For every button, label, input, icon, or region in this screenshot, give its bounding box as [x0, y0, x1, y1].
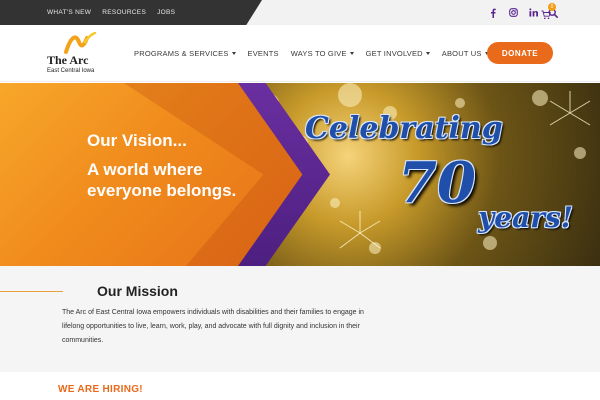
- nav-item-label: EVENTS: [247, 49, 279, 58]
- nav-item-about-us[interactable]: ABOUT US: [442, 49, 489, 58]
- caret-down-icon: [231, 52, 236, 55]
- cart-icon: [541, 10, 551, 20]
- nav-item-events[interactable]: EVENTS: [248, 49, 279, 58]
- main-nav: PROGRAMS & SERVICES EVENTS WAYS TO GIVE …: [134, 25, 489, 82]
- donate-button[interactable]: DONATE: [487, 42, 553, 64]
- nav-item-get-involved[interactable]: GET INVOLVED: [366, 49, 430, 58]
- mission-text: The Arc of East Central Iowa empowers in…: [62, 309, 364, 344]
- mission-title: Our Mission: [97, 283, 178, 299]
- vision-title: Our Vision...: [87, 131, 187, 150]
- logo-name: The Arc: [47, 53, 89, 67]
- years-text: years!: [478, 201, 574, 234]
- linkedin-icon[interactable]: [528, 8, 538, 18]
- jobs-link[interactable]: JOBS: [157, 9, 175, 16]
- mission-divider: [0, 291, 63, 292]
- vision-statement: A world where everyone belongs.: [87, 160, 237, 200]
- logo-subtitle: East Central Iowa: [47, 68, 95, 74]
- nav-item-label: WAYS TO GIVE: [290, 49, 347, 58]
- nav-item-label: PROGRAMS & SERVICES: [134, 49, 229, 58]
- anniversary-number: 70: [398, 150, 476, 216]
- resources-link[interactable]: RESOURCES: [102, 9, 146, 16]
- nav-item-ways-to-give[interactable]: WAYS TO GIVE: [291, 49, 354, 58]
- facebook-icon[interactable]: [488, 8, 498, 18]
- nav-item-label: GET INVOLVED: [365, 49, 423, 58]
- utility-bar: WHAT'S NEW RESOURCES JOBS 0: [0, 0, 600, 25]
- hero-banner: Our Vision... A world where everyone bel…: [0, 83, 600, 266]
- mission-section: Our Mission The Arc of East Central Iowa…: [0, 266, 600, 372]
- cart-count-badge: 0: [548, 3, 556, 11]
- utility-links: WHAT'S NEW RESOURCES JOBS: [47, 0, 175, 25]
- cart-button[interactable]: 0: [541, 3, 556, 20]
- nav-item-label: ABOUT US: [441, 49, 482, 58]
- whats-new-link[interactable]: WHAT'S NEW: [47, 9, 91, 16]
- caret-down-icon: [349, 52, 354, 55]
- hiring-title: WE ARE HIRING!: [58, 384, 143, 395]
- instagram-icon[interactable]: [508, 8, 518, 18]
- hiring-section: WE ARE HIRING!: [0, 372, 600, 400]
- nav-item-programs-services[interactable]: PROGRAMS & SERVICES: [134, 49, 236, 58]
- site-logo[interactable]: The Arc East Central Iowa: [47, 32, 119, 78]
- caret-down-icon: [425, 52, 430, 55]
- site-header: The Arc East Central Iowa PROGRAMS & SER…: [0, 25, 600, 82]
- celebrating-text: Celebrating: [305, 111, 503, 146]
